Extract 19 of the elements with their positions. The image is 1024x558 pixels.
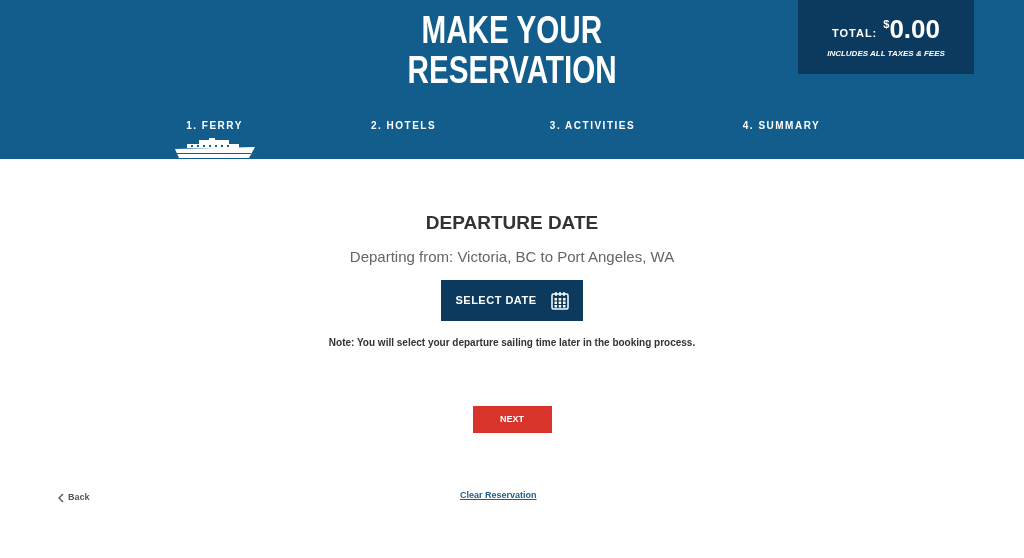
next-button[interactable]: NEXT <box>472 406 552 433</box>
total-label: TOTAL: <box>831 26 878 41</box>
step-tab[interactable]: 3. ACTIVITIES <box>549 118 636 159</box>
clear-reservation-link[interactable]: Clear Reservation <box>460 489 537 503</box>
chevron-left-icon <box>58 492 64 503</box>
section-heading: DEPARTURE DATE <box>425 211 599 235</box>
total-amount: 0.00 <box>889 14 940 44</box>
select-date-button[interactable]: SELECT DATE <box>441 280 583 321</box>
page-title: MAKE YOUR <box>421 10 603 50</box>
step-tab[interactable]: 4. SUMMARY <box>741 118 822 159</box>
page-title: RESERVATION <box>407 50 617 90</box>
total-note: INCLUDES ALL TAXES & FEES <box>827 48 945 60</box>
step-tab[interactable]: 2. HOTELS <box>363 118 444 159</box>
currency-sign: $ <box>883 17 890 30</box>
back-link[interactable]: Back <box>58 491 90 505</box>
route-text: Departing from: Victoria, BC to Port Angeles, WA <box>349 246 675 267</box>
calendar-icon <box>550 291 569 310</box>
step-tab[interactable]: 1. FERRY <box>174 118 255 159</box>
note-text: Note: You will select your departure sailing time later in the booking process. <box>328 336 696 350</box>
